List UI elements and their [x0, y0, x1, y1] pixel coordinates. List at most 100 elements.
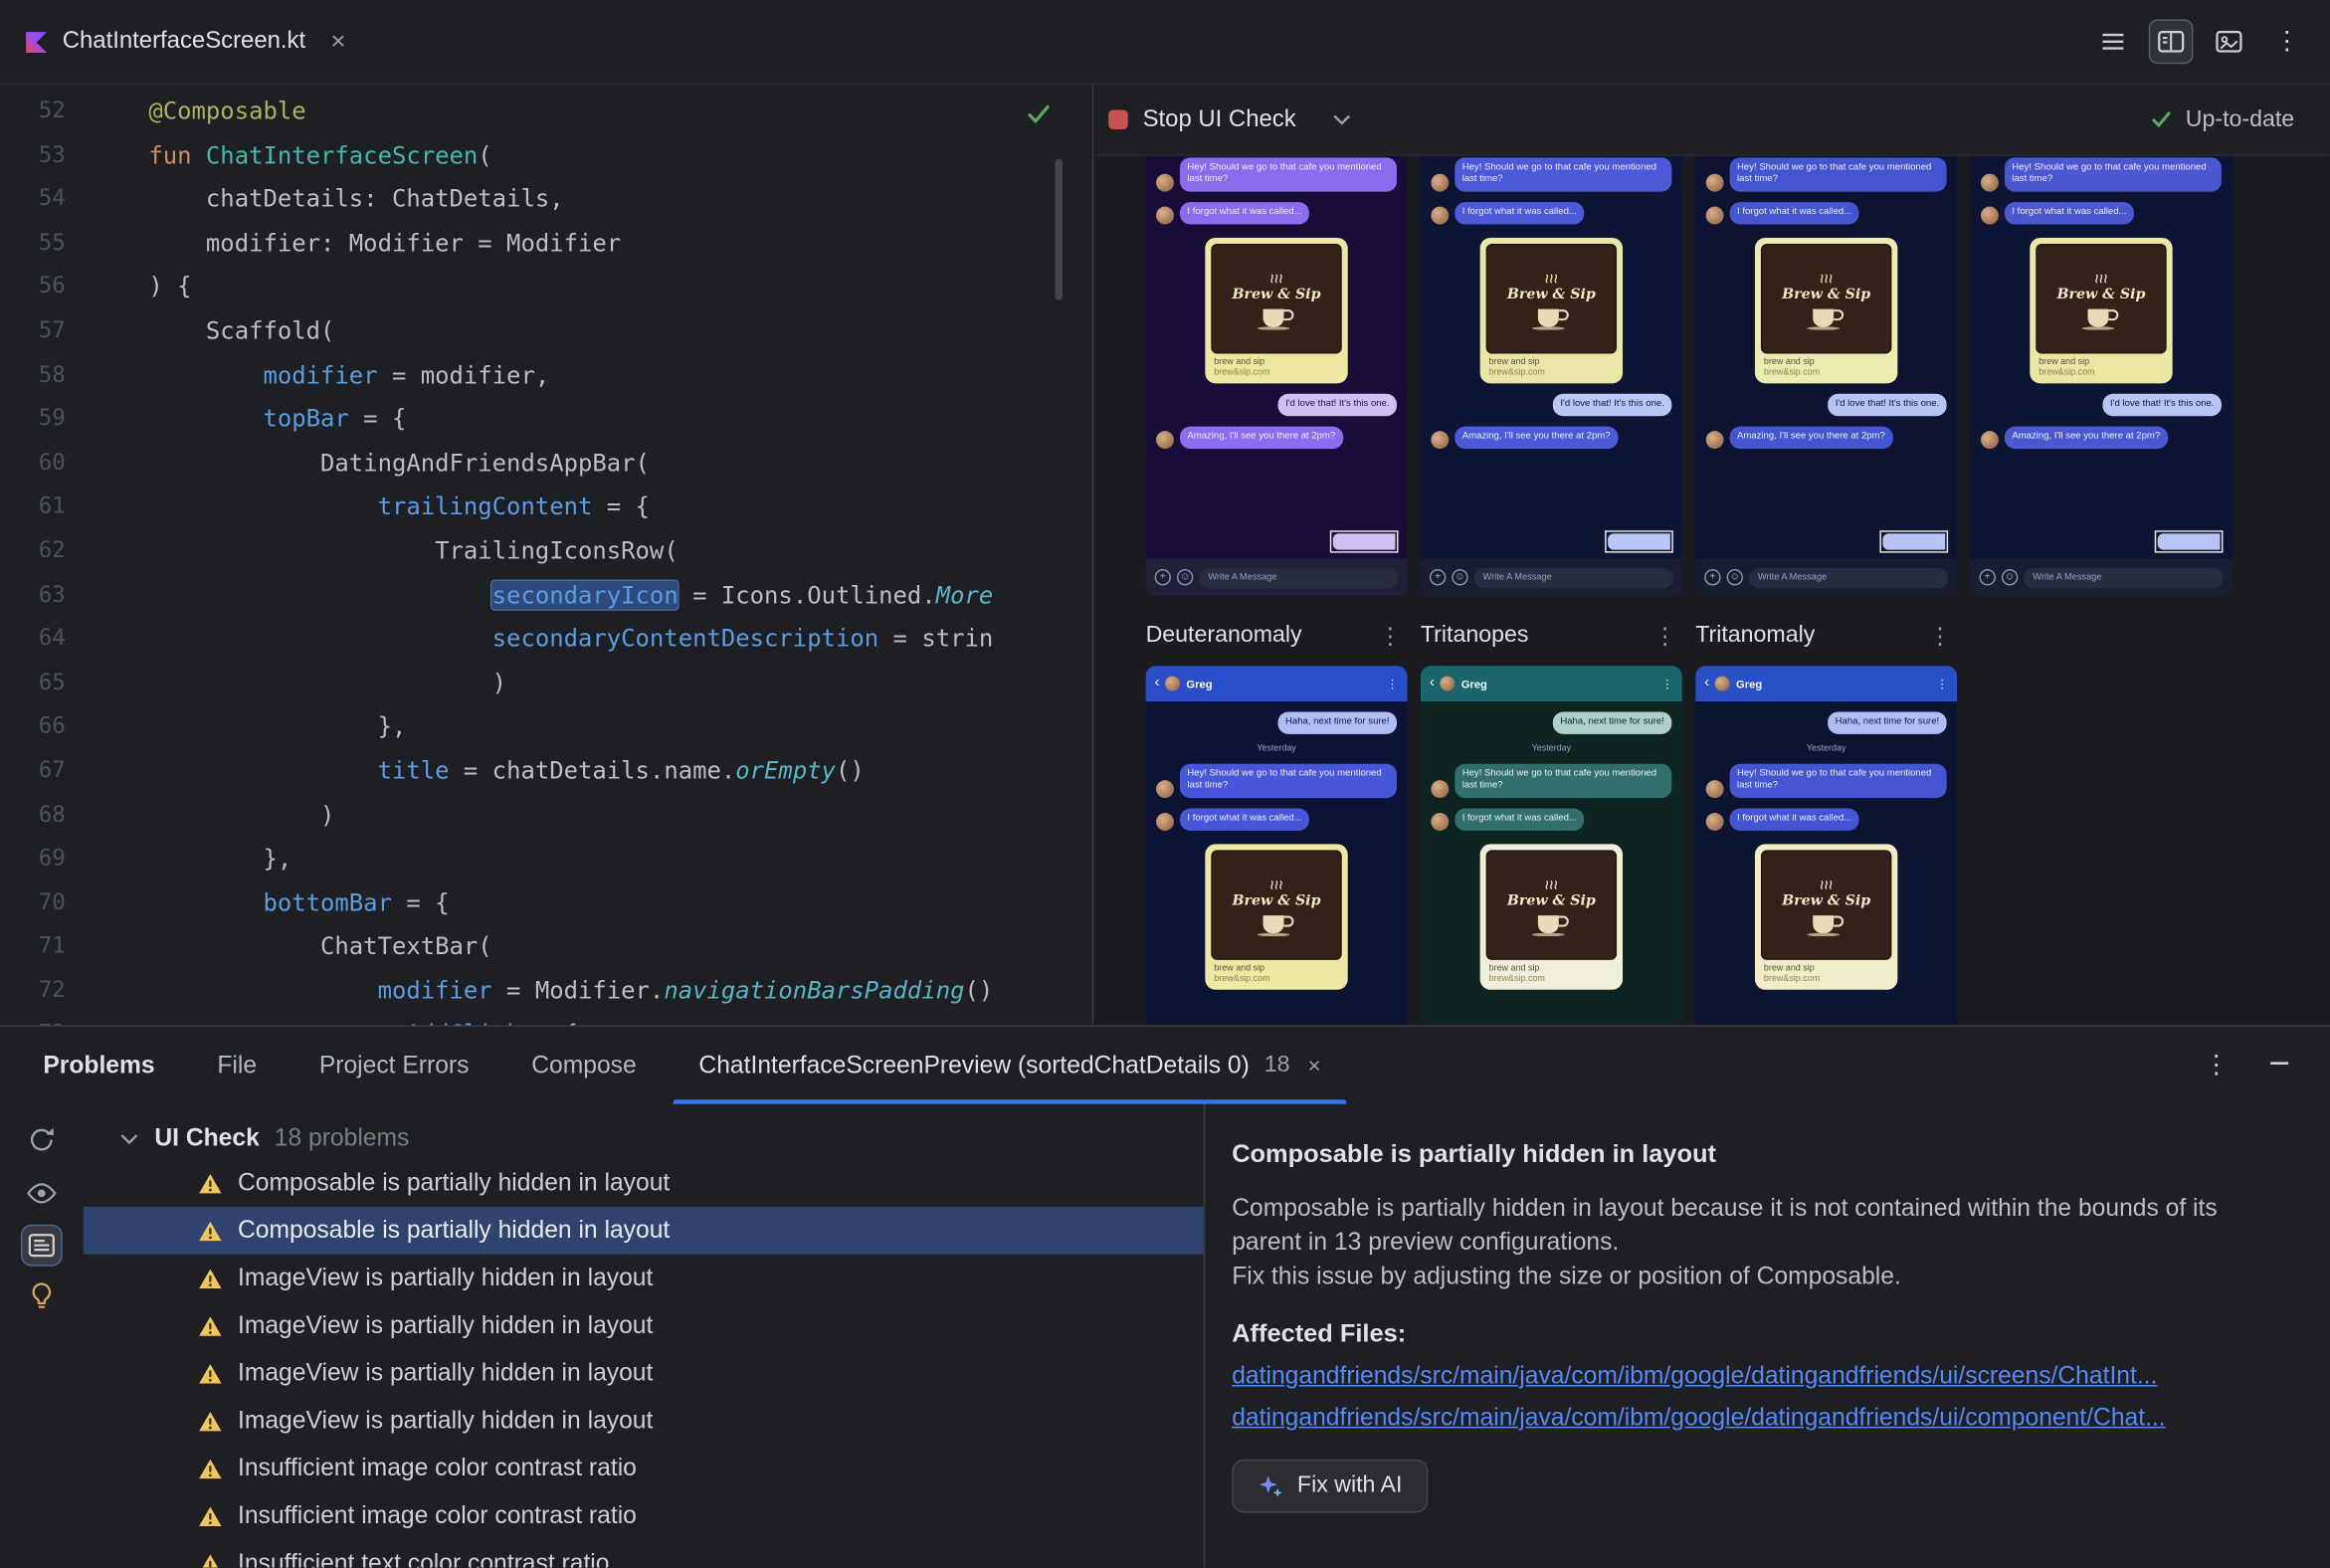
link-preview-card[interactable]: Brew & Sip brew and sip brew&sip.com	[1205, 238, 1348, 384]
code-line[interactable]: secondaryContentDescription = strin	[148, 617, 994, 661]
link-preview-card[interactable]: Brew & Sip brew and sip brew&sip.com	[1205, 844, 1348, 990]
close-tab-icon[interactable]: ×	[1307, 1053, 1320, 1078]
code-line[interactable]: TrailingIconsRow(	[148, 529, 993, 573]
tab-problems[interactable]: Problems	[12, 1027, 186, 1104]
back-icon[interactable]: ‹	[1430, 675, 1435, 690]
code-line[interactable]: modifier = Modifier.navigationBarsPaddin…	[148, 969, 994, 1013]
more-icon[interactable]: ⋮	[1936, 677, 1948, 689]
link-preview-card[interactable]: Brew & Sip brew and sip brew&sip.com	[2030, 238, 2173, 384]
code-editor[interactable]: 52 53 54 55 56 57 58 59 60 61 62 63 64 65 66 67 68 69 70 71…	[0, 85, 1092, 1026]
problem-item[interactable]: Composable is partially hidden in layout	[83, 1206, 1204, 1255]
code-line[interactable]: Scaffold(	[148, 309, 993, 353]
more-options-icon[interactable]: ⋮	[2264, 19, 2309, 64]
code-line[interactable]: @Composable	[148, 90, 993, 133]
problems-group-header[interactable]: UI Check 18 problems	[84, 1117, 1204, 1159]
code-line[interactable]: chatDetails: ChatDetails,	[148, 177, 993, 221]
editor-scrollbar[interactable]	[1055, 158, 1063, 300]
more-options-icon[interactable]: ⋮	[2204, 1051, 2229, 1080]
message-input-bar[interactable]: + ☺ Write A Message	[1970, 558, 2233, 596]
affected-file-link[interactable]: datingandfriends/src/main/java/com/ibm/g…	[1232, 1363, 2288, 1391]
problem-item[interactable]: ImageView is partially hidden in layout	[84, 1349, 1204, 1397]
preview-phone[interactable]: Hey! Should we go to that cafe you menti…	[1695, 155, 1958, 596]
preview-phone[interactable]: ‹ Greg ⋮ Haha, next time for sure! Yesterday…	[1695, 666, 1958, 1025]
code-line[interactable]: topBar = {	[148, 397, 993, 441]
problem-item[interactable]: Composable is partially hidden in layout	[84, 1159, 1204, 1207]
back-icon[interactable]: ‹	[1704, 675, 1709, 690]
inspections-ok-icon[interactable]	[1024, 99, 1054, 135]
lightbulb-icon[interactable]	[22, 1276, 61, 1315]
more-icon[interactable]: ⋮	[1648, 623, 1681, 649]
emoji-icon[interactable]: ☺	[2001, 569, 2019, 586]
more-icon[interactable]: ⋮	[1661, 677, 1673, 689]
preview-phone[interactable]: Hey! Should we go to that cafe you menti…	[1970, 155, 2233, 596]
code-line[interactable]: title = chatDetails.name.orEmpty()	[148, 749, 993, 793]
write-message-input[interactable]: Write A Message	[1199, 566, 1399, 588]
structure-menu-icon[interactable]	[2091, 19, 2136, 64]
link-preview-card[interactable]: Brew & Sip brew and sip brew&sip.com	[1754, 238, 1898, 384]
code-line[interactable]: modifier: Modifier = Modifier	[148, 221, 993, 265]
problem-item[interactable]: Insufficient image color contrast ratio	[84, 1492, 1204, 1540]
problem-item[interactable]: ImageView is partially hidden in layout	[84, 1397, 1204, 1445]
details-view-icon[interactable]	[22, 1226, 62, 1266]
code-line[interactable]: ) {	[148, 265, 993, 308]
eye-icon[interactable]	[22, 1174, 61, 1213]
write-message-input[interactable]: Write A Message	[2024, 566, 2224, 588]
problem-item[interactable]: Insufficient text color contrast ratio	[84, 1539, 1204, 1568]
message-input-bar[interactable]: + ☺ Write A Message	[1145, 558, 1408, 596]
back-icon[interactable]: ‹	[1155, 675, 1160, 690]
chevron-down-icon[interactable]	[1332, 113, 1353, 126]
more-icon[interactable]: ⋮	[1373, 623, 1407, 649]
add-icon[interactable]: +	[1429, 569, 1447, 586]
message-input-bar[interactable]: + ☺ Write A Message	[1695, 558, 1958, 596]
affected-file-link[interactable]: datingandfriends/src/main/java/com/ibm/g…	[1232, 1404, 2288, 1432]
preview-phone[interactable]: ‹ Greg ⋮ Haha, next time for sure! Yesterday…	[1420, 666, 1682, 1025]
stop-ui-check-label[interactable]: Stop UI Check	[1143, 106, 1296, 133]
minimize-icon[interactable]	[2267, 1050, 2291, 1080]
preview-phone[interactable]: ‹ Greg ⋮ Haha, next time for sure! Yesterday…	[1145, 666, 1408, 1025]
code-line[interactable]: },	[148, 704, 993, 748]
fix-with-ai-button[interactable]: Fix with AI	[1232, 1459, 1428, 1513]
emoji-icon[interactable]: ☺	[1452, 569, 1468, 586]
code-line[interactable]: fun ChatInterfaceScreen(	[148, 133, 993, 177]
editor-preview-icon[interactable]	[2207, 19, 2251, 64]
tab-project-errors[interactable]: Project Errors	[288, 1027, 499, 1104]
preview-phone[interactable]: Hey! Should we go to that cafe you menti…	[1145, 155, 1408, 596]
code-line[interactable]: bottomBar = {	[148, 881, 993, 924]
tab-file[interactable]: File	[186, 1027, 288, 1104]
code-line[interactable]: ChatTextBar(	[148, 924, 993, 968]
write-message-input[interactable]: Write A Message	[1748, 566, 1949, 588]
link-preview-card[interactable]: Brew & Sip brew and sip brew&sip.com	[1754, 844, 1898, 990]
editor-code[interactable]: @Composable fun ChatInterfaceScreen( chat…	[148, 90, 993, 1026]
tab-chatinterfacescreenpreview-sortedchatdetails-0[interactable]: ChatInterfaceScreenPreview (sortedChatDe…	[668, 1027, 1352, 1104]
editor-tab[interactable]: ChatInterfaceScreen.kt ×	[0, 0, 363, 84]
code-line[interactable]: )	[148, 661, 993, 704]
problem-item[interactable]: Insufficient image color contrast ratio	[84, 1445, 1204, 1492]
add-icon[interactable]: +	[1979, 569, 1996, 586]
code-line[interactable]: secondaryIcon = Icons.Outlined.More	[148, 573, 993, 617]
refresh-icon[interactable]	[22, 1120, 61, 1159]
emoji-icon[interactable]: ☺	[1726, 569, 1744, 586]
close-tab-icon[interactable]: ×	[331, 27, 346, 57]
problem-item[interactable]: ImageView is partially hidden in layout	[84, 1301, 1204, 1349]
stop-icon[interactable]	[1108, 109, 1128, 129]
code-line[interactable]: trailingContent = {	[148, 485, 993, 528]
more-icon[interactable]: ⋮	[1923, 623, 1957, 649]
code-line[interactable]: )	[148, 793, 993, 837]
write-message-input[interactable]: Write A Message	[1473, 566, 1673, 588]
link-preview-card[interactable]: Brew & Sip brew and sip brew&sip.com	[1479, 844, 1624, 990]
code-line[interactable]: DatingAndFriendsAppBar(	[148, 441, 993, 485]
tab-compose[interactable]: Compose	[500, 1027, 668, 1104]
more-icon[interactable]: ⋮	[1387, 677, 1399, 689]
add-icon[interactable]: +	[1154, 569, 1171, 586]
split-editor-icon[interactable]	[2148, 19, 2194, 65]
chevron-down-icon[interactable]	[118, 1131, 139, 1144]
link-preview-card[interactable]: Brew & Sip brew and sip brew&sip.com	[1479, 238, 1624, 384]
code-line[interactable]: },	[148, 837, 993, 881]
emoji-icon[interactable]: ☺	[1176, 569, 1194, 586]
problem-item[interactable]: ImageView is partially hidden in layout	[84, 1255, 1204, 1302]
code-line[interactable]: onAddClick = {	[148, 1013, 993, 1025]
message-input-bar[interactable]: + ☺ Write A Message	[1420, 558, 1682, 596]
code-line[interactable]: modifier = modifier,	[148, 353, 993, 397]
preview-phone[interactable]: Hey! Should we go to that cafe you menti…	[1420, 155, 1682, 596]
add-icon[interactable]: +	[1704, 569, 1721, 586]
